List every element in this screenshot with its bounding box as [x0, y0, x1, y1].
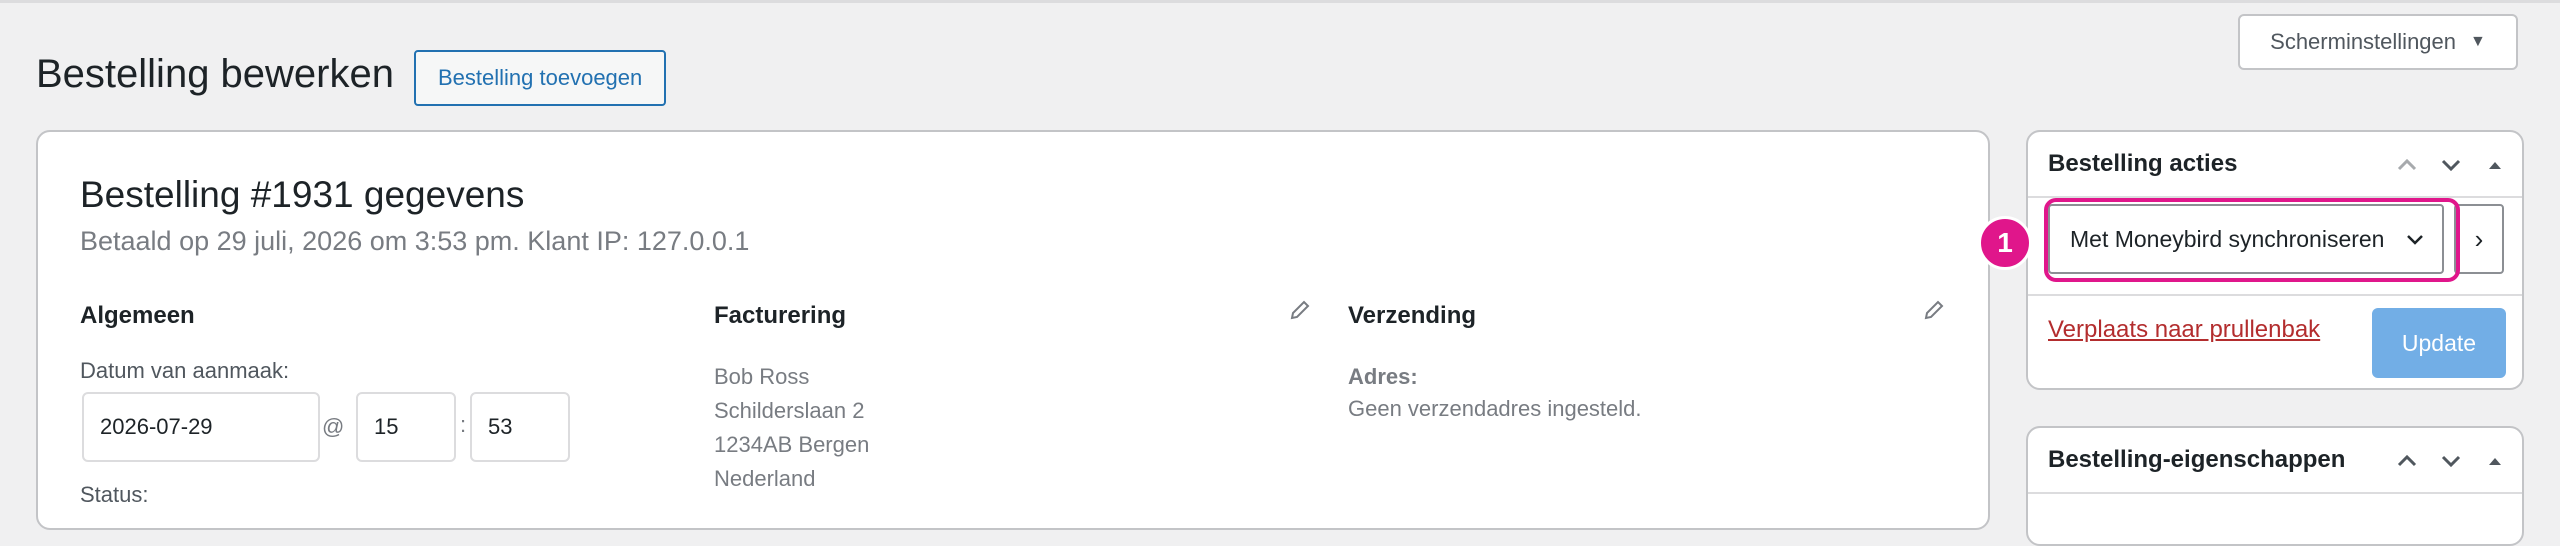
hour-field[interactable]: 15	[356, 392, 456, 462]
billing-heading: Facturering	[714, 302, 847, 329]
order-actions-title: Bestelling acties	[2048, 150, 2238, 177]
shipping-heading: Verzending	[1348, 302, 1477, 329]
update-button[interactable]: Update	[2372, 308, 2506, 378]
chevron-down-icon[interactable]	[2436, 446, 2466, 476]
highlight-outline	[2044, 198, 2460, 282]
top-border	[0, 0, 2560, 3]
move-to-trash-link[interactable]: Verplaats naar prullenbak	[2048, 316, 2320, 344]
date-field[interactable]: 2026-07-29	[82, 392, 320, 462]
minute-field[interactable]: 53	[470, 392, 570, 462]
page-title: Bestelling bewerken	[36, 52, 394, 96]
screen-options-label: Scherminstellingen	[2270, 29, 2457, 54]
colon-separator: :	[460, 412, 467, 437]
order-subtitle: Betaald op 29 juli, 2026 om 3:53 pm. Kla…	[80, 226, 750, 256]
billing-line: Nederland	[714, 466, 816, 491]
billing-line: 1234AB Bergen	[714, 432, 870, 457]
collapse-toggle-icon[interactable]	[2480, 150, 2510, 180]
chevron-down-icon[interactable]	[2436, 150, 2466, 180]
step-badge: 1	[1978, 216, 2032, 270]
billing-line: Schilderslaan 2	[714, 398, 865, 423]
caret-down-icon: ▼	[2470, 33, 2486, 50]
collapse-toggle-icon[interactable]	[2480, 446, 2510, 476]
billing-line: Bob Ross	[714, 364, 810, 389]
created-date-label: Datum van aanmaak:	[80, 358, 290, 383]
chevron-up-icon[interactable]	[2392, 446, 2422, 476]
chevron-up-icon[interactable]	[2392, 150, 2422, 180]
general-heading: Algemeen	[80, 302, 195, 329]
apply-action-button[interactable]: ›	[2454, 204, 2504, 274]
shipping-address-value: Geen verzendadres ingesteld.	[1348, 396, 1642, 421]
billing-address: Bob Ross Schilderslaan 2 1234AB Bergen N…	[714, 360, 869, 496]
pencil-icon[interactable]	[1288, 298, 1312, 322]
order-properties-title: Bestelling-eigenschappen	[2048, 446, 2346, 473]
add-order-button[interactable]: Bestelling toevoegen	[414, 50, 667, 106]
status-label: Status:	[80, 482, 149, 507]
at-separator: @	[322, 414, 345, 439]
pencil-icon[interactable]	[1922, 298, 1946, 322]
screen-options-button[interactable]: Scherminstellingen ▼	[2238, 14, 2518, 70]
box-divider	[2028, 294, 2522, 296]
box-divider	[2028, 492, 2522, 494]
order-title: Bestelling #1931 gegevens	[80, 174, 525, 215]
shipping-address-label: Adres:	[1348, 364, 1418, 389]
order-properties-box: Bestelling-eigenschappen	[2026, 426, 2524, 546]
order-data-panel: Bestelling #1931 gegevens Betaald op 29 …	[36, 130, 1990, 530]
order-actions-box: Bestelling acties Met Moneybird synchron…	[2026, 130, 2524, 390]
